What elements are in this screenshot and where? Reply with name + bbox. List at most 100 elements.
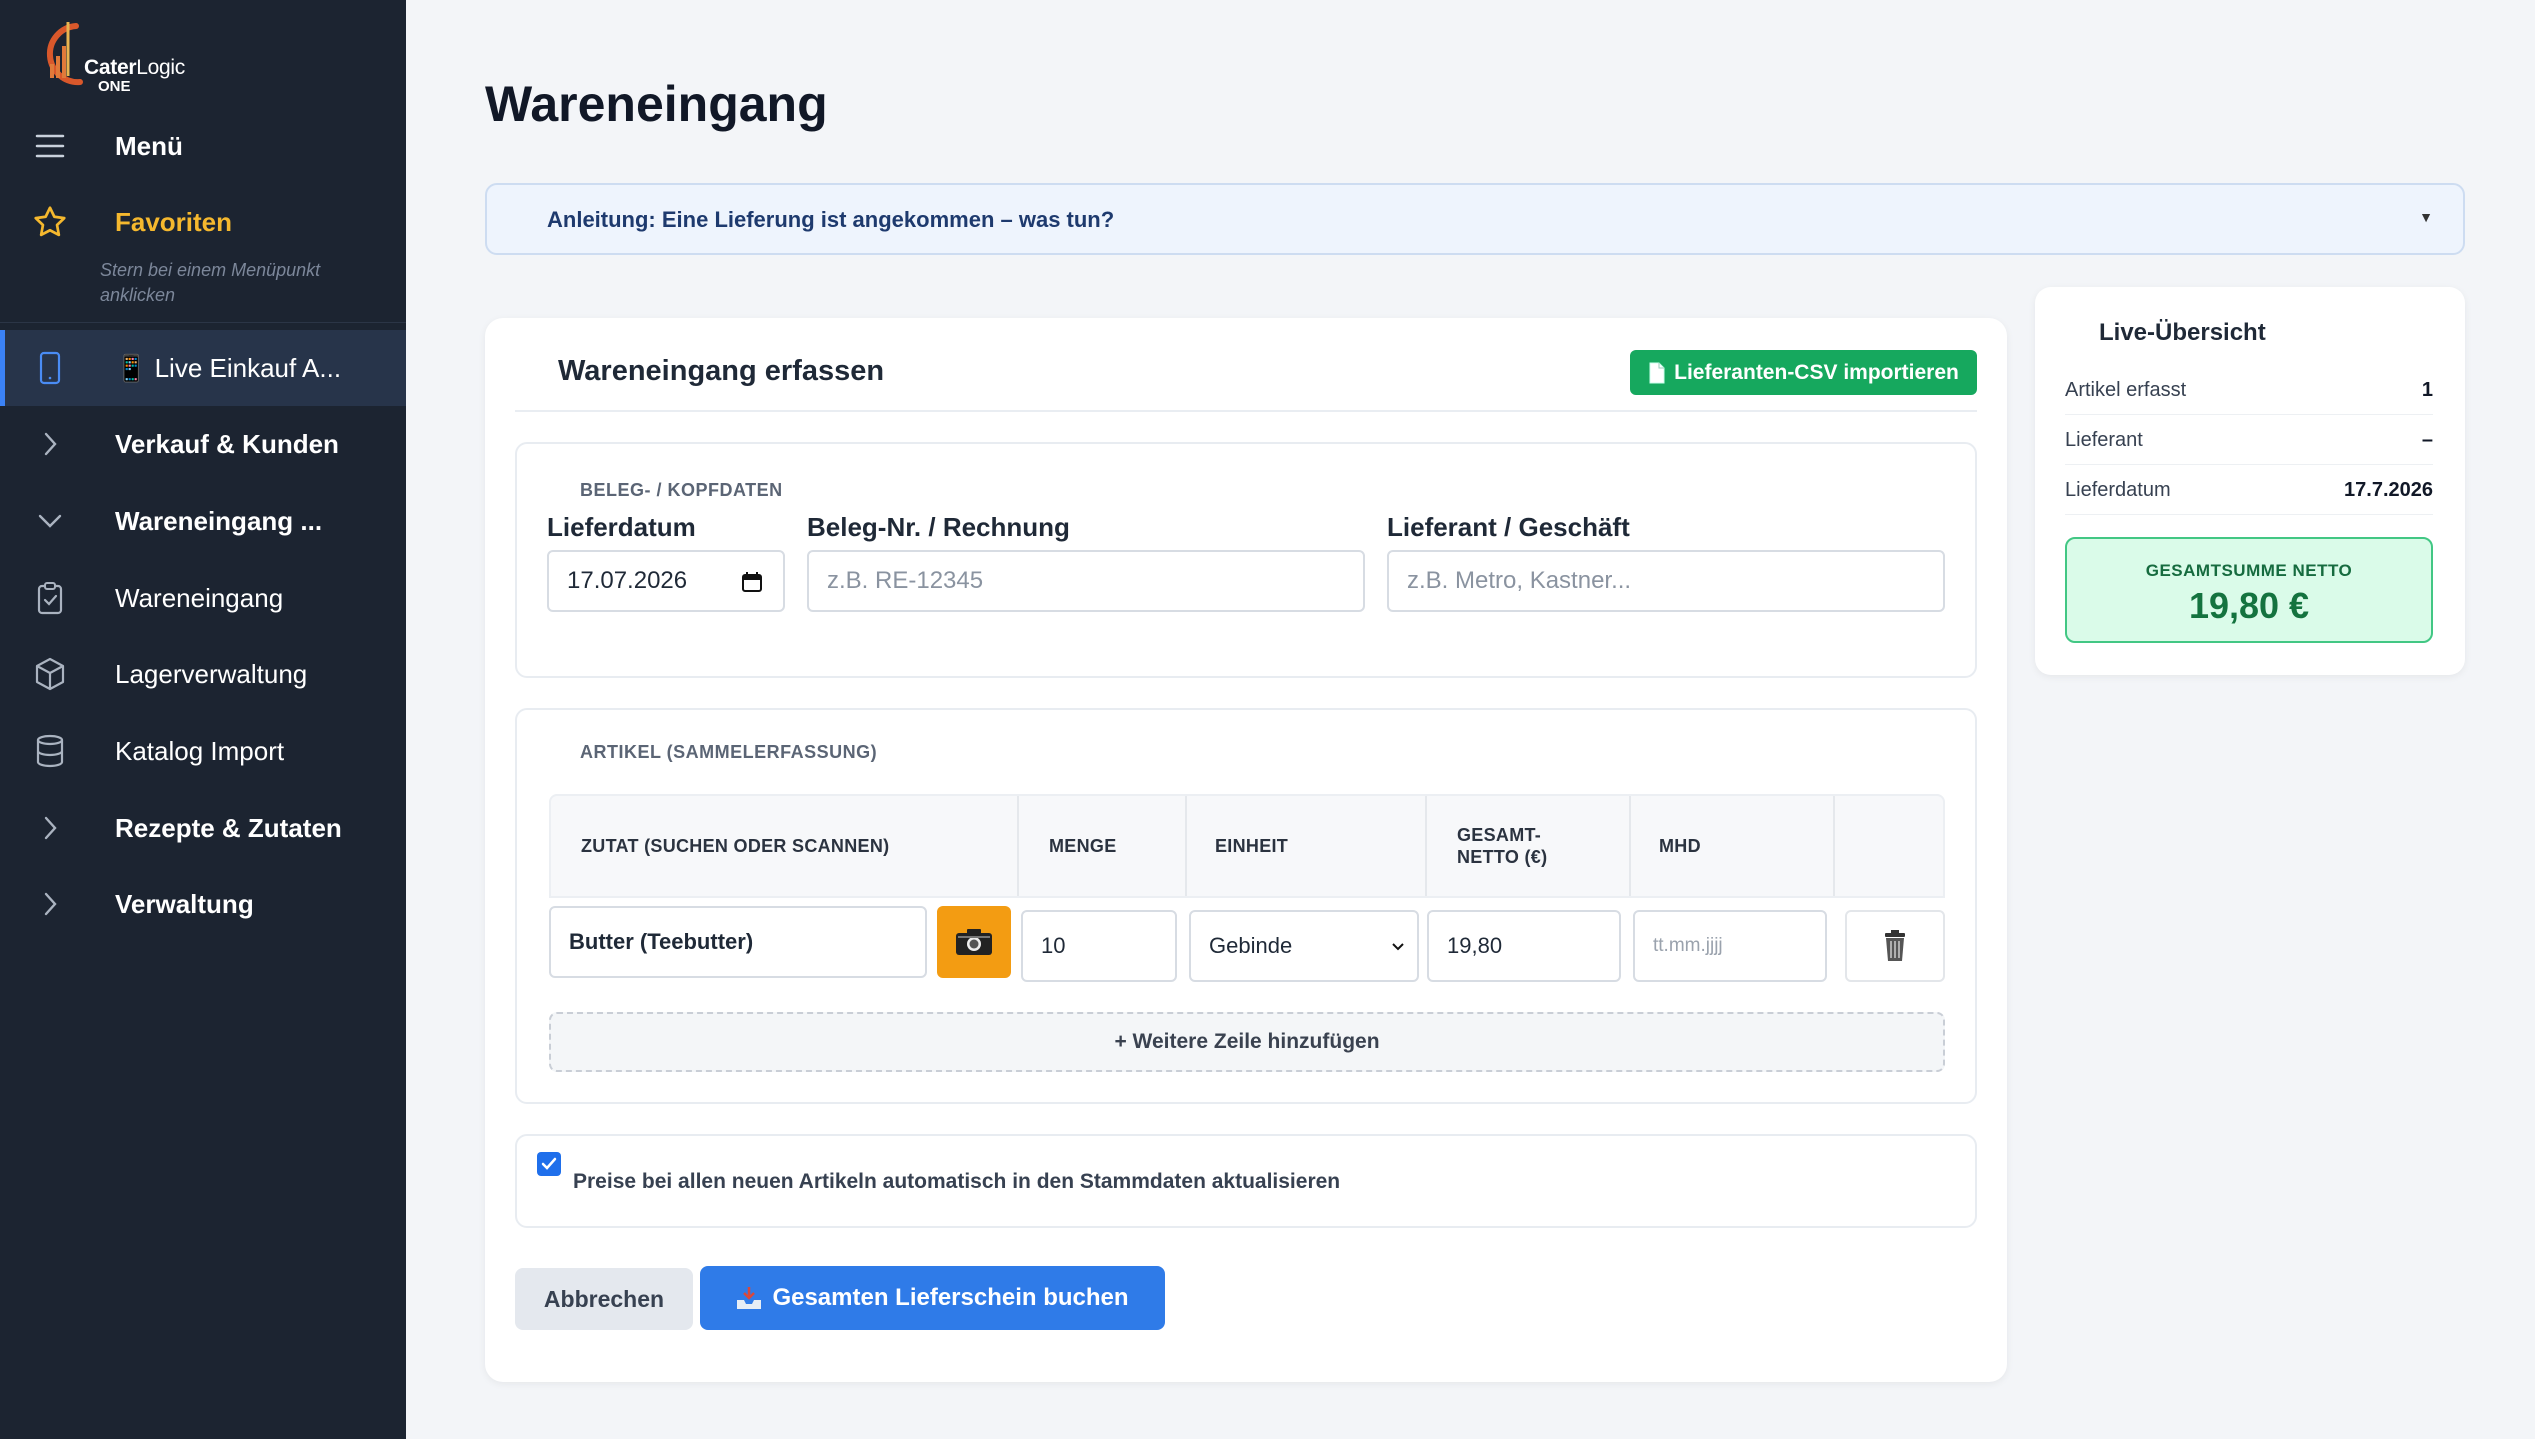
header-data-section: BELEG- / KOPFDATEN Lieferdatum 17.07.202… [515,442,1977,678]
live-row-articles: Artikel erfasst 1 [2065,367,2433,415]
sidebar-item-rezepte-zutaten[interactable]: Rezepte & Zutaten [0,790,406,866]
sidebar-item-label: Verkauf & Kunden [115,428,339,459]
caterlogic-logo[interactable]: CaterLogic ONE [36,16,196,102]
menu-toggle[interactable]: Menü [0,108,406,184]
supplier-label: Lieferant / Geschäft [1387,512,1630,542]
sidebar-item-wareneingang[interactable]: Wareneingang [0,560,406,636]
checkmark-icon [541,1157,557,1170]
chevron-down-icon [1392,943,1404,951]
quantity-input[interactable]: 10 [1021,910,1177,982]
sidebar-item-label: Rezepte & Zutaten [115,812,342,843]
supplier-input[interactable]: z.B. Metro, Kastner... [1387,550,1945,612]
import-csv-label: Lieferanten-CSV importieren [1674,360,1959,384]
sidebar: CaterLogic ONE Menü Favoriten Stern bei … [0,0,406,1439]
brand-name: CaterLogic [84,56,185,79]
card-divider [515,410,1977,412]
delete-row-button[interactable] [1845,910,1945,982]
sidebar-divider [0,322,406,323]
favorites-hint: Stern bei einem Menüpunkt anklicken [100,260,321,305]
mhd-input[interactable]: tt.mm.jjjj [1633,910,1827,982]
database-icon [25,726,75,776]
live-row-label: Lieferdatum [2065,479,2171,501]
chevron-right-icon [25,419,75,469]
column-header-unit: EINHEIT [1215,836,1289,856]
sidebar-item-lagerverwaltung[interactable]: Lagerverwaltung [0,636,406,712]
add-row-button[interactable]: + Weitere Zeile hinzufügen [549,1012,1945,1072]
box-icon [25,649,75,699]
card-title: Wareneingang erfassen [558,355,885,387]
delivery-date-value: 17.07.2026 [567,567,688,594]
chevron-right-icon [25,803,75,853]
goods-receipt-card: Wareneingang erfassen Lieferanten-CSV im… [485,318,2007,1382]
sidebar-item-wareneingang-group[interactable]: Wareneingang ... [0,483,406,559]
caret-down-icon: ▼ [2419,209,2433,225]
unit-select[interactable]: Gebinde [1189,910,1419,982]
net-total-summary: GESAMTSUMME NETTO 19,80 € [2065,537,2433,643]
guide-text: Anleitung: Eine Lieferung ist angekommen… [547,207,1115,232]
clipboard-check-icon [25,573,75,623]
sidebar-item-label: Verwaltung [115,888,254,919]
receipt-number-label: Beleg-Nr. / Rechnung [807,512,1070,542]
unit-select-value: Gebinde [1209,933,1293,958]
column-separator [1425,796,1427,896]
column-separator [1833,796,1835,896]
calendar-icon[interactable] [741,571,763,593]
net-total-input[interactable]: 19,80 [1427,910,1621,982]
column-header-quantity: MENGE [1049,836,1117,856]
hamburger-icon [25,121,75,171]
sidebar-item-live-einkauf[interactable]: 📱 Live Einkauf A... [0,330,406,406]
page-title: Wareneingang [485,76,828,132]
column-separator [1629,796,1631,896]
live-row-delivery-date: Lieferdatum 17.7.2026 [2065,467,2433,515]
book-delivery-button[interactable]: Gesamten Lieferschein buchen [700,1266,1165,1330]
sidebar-item-label: Wareneingang ... [115,505,323,536]
auto-update-label: Preise bei allen neuen Artikeln automati… [573,1170,1341,1193]
live-row-value: 17.7.2026 [2344,479,2433,501]
sidebar-item-label: Katalog Import [115,735,285,766]
guide-accordion[interactable]: Anleitung: Eine Lieferung ist angekommen… [485,183,2465,255]
articles-section: ARTIKEL (SAMMELERFASSUNG) ZUTAT (SUCHEN … [515,708,1977,1104]
net-total-label: GESAMTSUMME NETTO [2145,561,2353,580]
chevron-right-icon [25,879,75,929]
document-icon [1649,362,1665,383]
phone-icon [25,343,75,393]
section-heading: BELEG- / KOPFDATEN [580,480,783,500]
live-overview-panel: Live-Übersicht Artikel erfasst 1 Liefera… [2035,287,2465,675]
column-separator [1017,796,1019,896]
live-row-label: Lieferant [2065,429,2143,451]
inbox-tray-icon [737,1287,762,1309]
live-row-label: Artikel erfasst [2065,379,2187,401]
brand-suffix: ONE [98,78,131,95]
scan-camera-button[interactable] [937,906,1011,978]
book-delivery-label: Gesamten Lieferschein buchen [772,1284,1129,1311]
column-header-mhd: MHD [1659,836,1701,856]
live-row-value: 1 [2421,379,2433,401]
menu-label: Menü [115,130,183,161]
net-total-value: 19,80 € [2188,585,2310,626]
sidebar-item-katalog-import[interactable]: Katalog Import [0,713,406,789]
sidebar-item-label: 📱 Live Einkauf A... [115,352,342,383]
column-header-net-total: GESAMT- NETTO (€) [1457,825,1548,867]
cancel-button[interactable]: Abbrechen [515,1268,693,1330]
live-row-supplier: Lieferant – [2065,417,2433,465]
receipt-number-input[interactable]: z.B. RE-12345 [807,550,1365,612]
delivery-date-input[interactable]: 17.07.2026 [547,550,785,612]
auto-update-checkbox[interactable] [537,1152,561,1176]
live-overview-title: Live-Übersicht [2099,319,2266,346]
ingredient-input[interactable]: Butter (Teebutter) [549,906,927,978]
sidebar-item-verkauf-kunden[interactable]: Verkauf & Kunden [0,406,406,482]
section-heading: ARTIKEL (SAMMELERFASSUNG) [580,742,878,762]
star-icon [25,197,75,247]
sidebar-item-verwaltung[interactable]: Verwaltung [0,866,406,942]
delivery-date-label: Lieferdatum [547,512,696,542]
favorites-label: Favoriten [115,206,233,237]
trash-icon [1885,930,1905,961]
favorites-item[interactable]: Favoriten [0,184,406,260]
articles-table-header: ZUTAT (SUCHEN ODER SCANNEN) MENGE EINHEI… [549,794,1945,898]
live-row-value: – [2421,429,2433,451]
sidebar-item-label: Lagerverwaltung [115,658,308,689]
column-separator [1185,796,1187,896]
chevron-down-icon [25,496,75,546]
import-csv-button[interactable]: Lieferanten-CSV importieren [1630,350,1977,395]
camera-icon [956,929,992,955]
